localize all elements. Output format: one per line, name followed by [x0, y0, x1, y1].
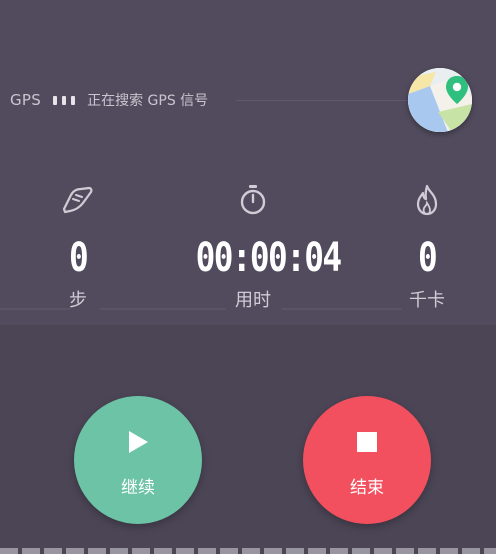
gps-divider [236, 100, 408, 101]
gps-status-text: 正在搜索 GPS 信号 [87, 93, 209, 109]
divider-mid [100, 308, 226, 310]
stat-calories: 0 千卡 [357, 182, 496, 316]
steps-value: 0 [68, 235, 89, 281]
gps-signal-icon [53, 95, 76, 105]
duration-value: 00:00:04 [195, 235, 342, 281]
bottom-edge [0, 548, 496, 554]
stat-duration: 00:00:04 用时 [183, 182, 342, 316]
steps-label: 步 [69, 290, 87, 311]
resume-button[interactable]: 继续 [74, 396, 202, 524]
stat-steps: 0 步 [8, 182, 148, 316]
calories-value: 0 [417, 235, 438, 281]
flame-icon [357, 182, 496, 218]
play-icon [127, 427, 149, 457]
stop-button[interactable]: 结束 [303, 396, 431, 524]
stop-icon [356, 427, 378, 457]
map-pin-icon [408, 68, 472, 132]
map-button[interactable] [408, 68, 472, 132]
calories-label: 千卡 [409, 290, 445, 311]
gps-status-row: GPS 正在搜索 GPS 信号 [10, 89, 208, 111]
stop-label: 结束 [350, 477, 384, 498]
divider-right [282, 308, 402, 310]
duration-label: 用时 [235, 290, 271, 311]
divider-left [0, 308, 70, 310]
resume-label: 继续 [121, 477, 155, 498]
shoe-icon [8, 182, 148, 218]
gps-label: GPS [10, 91, 42, 109]
stopwatch-icon [183, 182, 323, 218]
